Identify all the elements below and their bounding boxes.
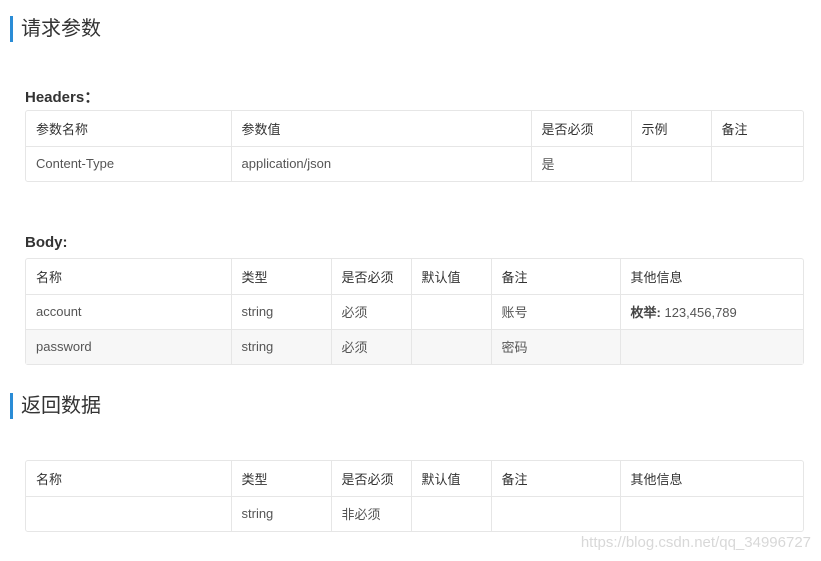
table-row: account string 必须 账号 枚举: 123,456,789 <box>26 294 803 330</box>
table-cell: Content-Type <box>36 156 115 172</box>
column-header: 示例 <box>630 111 711 147</box>
table-row: password string 必须 密码 <box>26 329 803 364</box>
column-header: 是否必须 <box>330 461 411 497</box>
table-cell: password <box>26 329 231 364</box>
table-cell <box>619 329 803 364</box>
table-cell: application/json <box>230 146 531 181</box>
table-cell <box>619 496 803 531</box>
table-cell: string <box>230 329 331 364</box>
enum-values: 123,456,789 <box>664 305 737 320</box>
table-cell <box>490 496 620 531</box>
table-row: Content-Type application/json 是 <box>26 146 803 181</box>
table-cell <box>410 496 491 531</box>
column-header: 备注 <box>710 111 803 147</box>
table-cell: 密码 <box>490 329 620 364</box>
table-cell: 必须 <box>330 294 411 330</box>
table-cell: 是 <box>530 146 631 181</box>
column-header: 是否必须 <box>530 111 631 147</box>
table-cell <box>410 294 491 330</box>
headers-label: Headers： <box>25 89 100 106</box>
column-header: 参数值 <box>230 111 531 147</box>
enum-info-cell: 枚举: 123,456,789 <box>619 294 803 330</box>
column-header: 名称 <box>26 461 231 497</box>
column-header: 类型 <box>230 259 331 295</box>
enum-label: 枚举: <box>630 305 661 320</box>
column-header: 参数名称 <box>26 111 231 147</box>
table-cell <box>26 496 231 531</box>
column-header: 是否必须 <box>330 259 411 295</box>
column-header: 其他信息 <box>619 259 803 295</box>
section-title-response: 返回数据 <box>10 393 101 419</box>
column-header: 名称 <box>26 259 231 295</box>
column-header: 默认值 <box>410 259 491 295</box>
column-header: 默认值 <box>410 461 491 497</box>
table-cell: 账号 <box>490 294 620 330</box>
table-header-row: 参数名称 参数值 是否必须 示例 备注 <box>26 111 803 147</box>
column-header: 备注 <box>490 461 620 497</box>
table-cell <box>410 329 491 364</box>
watermark: https://blog.csdn.net/qq_34996727 <box>580 534 811 551</box>
section-title-request: 请求参数 <box>10 16 101 42</box>
table-cell: string <box>230 496 331 531</box>
table-cell: account <box>26 294 231 330</box>
column-header: 类型 <box>230 461 331 497</box>
column-header: 其他信息 <box>619 461 803 497</box>
table-cell: 必须 <box>330 329 411 364</box>
table-cell: 非必须 <box>330 496 411 531</box>
table-row: string 非必须 <box>26 496 803 531</box>
headers-table: 参数名称 参数值 是否必须 示例 备注 Content-Type applica… <box>25 110 804 182</box>
column-header: 备注 <box>490 259 620 295</box>
table-header-row: 名称 类型 是否必须 默认值 备注 其他信息 <box>26 461 803 497</box>
table-cell <box>630 146 711 181</box>
body-label: Body: <box>25 234 68 251</box>
body-table: 名称 类型 是否必须 默认值 备注 其他信息 account string 必须… <box>25 258 804 365</box>
response-table: 名称 类型 是否必须 默认值 备注 其他信息 string 非必须 <box>25 460 804 532</box>
table-cell: string <box>230 294 331 330</box>
table-header-row: 名称 类型 是否必须 默认值 备注 其他信息 <box>26 259 803 295</box>
table-cell <box>710 146 803 181</box>
